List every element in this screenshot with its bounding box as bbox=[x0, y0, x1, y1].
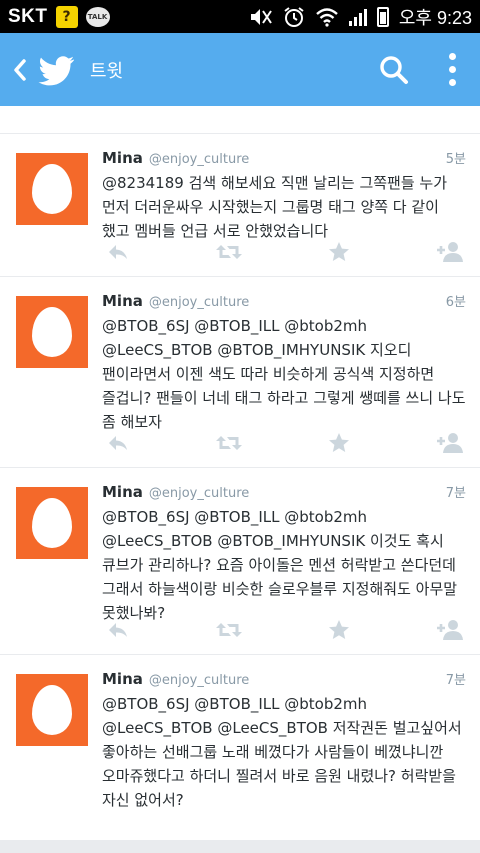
retweet-icon bbox=[215, 623, 242, 637]
add-user-icon bbox=[436, 620, 463, 640]
reply-button[interactable] bbox=[102, 431, 134, 455]
follow-button[interactable] bbox=[434, 431, 466, 455]
tweet-timeline[interactable]: Mina @enjoy_culture 5분 @8234189 검색 해보세요 … bbox=[0, 106, 480, 853]
previous-tweet-card[interactable] bbox=[0, 106, 480, 133]
author-name[interactable]: Mina bbox=[102, 670, 143, 688]
egg-icon bbox=[32, 685, 72, 735]
talk-notification-icon: TALK bbox=[85, 6, 110, 27]
avatar[interactable] bbox=[16, 487, 88, 559]
favorite-button[interactable] bbox=[323, 240, 355, 264]
tweet-card[interactable]: Mina @enjoy_culture 7분 @BTOB_6SJ @BTOB_I… bbox=[0, 468, 480, 654]
retweet-button[interactable] bbox=[213, 431, 245, 455]
reply-icon bbox=[109, 436, 127, 450]
author-handle[interactable]: @enjoy_culture bbox=[149, 673, 249, 688]
tweet-time: 5분 bbox=[445, 152, 466, 167]
tweet-text: @BTOB_6SJ @BTOB_ILL @btob2mh @LeeCS_BTOB… bbox=[102, 695, 462, 809]
tweet-card[interactable]: Mina @enjoy_culture 5분 @8234189 검색 해보세요 … bbox=[0, 134, 480, 276]
kakao-notification-icon: ? bbox=[55, 5, 78, 28]
wifi-icon bbox=[316, 7, 338, 27]
star-icon bbox=[329, 620, 350, 639]
add-user-icon bbox=[436, 242, 463, 262]
retweet-button[interactable] bbox=[213, 618, 245, 642]
tweet-card[interactable]: Mina @enjoy_culture 7분 @BTOB_6SJ @BTOB_I… bbox=[0, 655, 480, 840]
add-user-icon bbox=[436, 433, 463, 453]
follow-button[interactable] bbox=[434, 240, 466, 264]
search-button[interactable] bbox=[364, 33, 424, 106]
alarm-icon bbox=[284, 6, 304, 27]
author-name[interactable]: Mina bbox=[102, 483, 143, 501]
author-handle[interactable]: @enjoy_culture bbox=[149, 295, 249, 310]
egg-icon bbox=[32, 498, 72, 548]
reply-button[interactable] bbox=[102, 240, 134, 264]
twitter-bird-icon bbox=[38, 55, 75, 85]
tweet-time: 6분 bbox=[445, 295, 466, 310]
battery-icon bbox=[376, 6, 389, 27]
retweet-icon bbox=[215, 436, 242, 450]
carrier-label: SKT bbox=[8, 5, 48, 27]
app-header: 트윗 bbox=[0, 33, 480, 106]
tweet-time: 7분 bbox=[445, 486, 466, 501]
tweet-actions bbox=[102, 618, 466, 642]
star-icon bbox=[329, 242, 350, 261]
status-bar: SKT ? TALK 오후 9:23 bbox=[0, 0, 480, 33]
favorite-button[interactable] bbox=[323, 431, 355, 455]
tweet-actions bbox=[102, 431, 466, 455]
tweet-time: 7분 bbox=[445, 673, 466, 688]
egg-icon bbox=[32, 307, 72, 357]
tweet-card[interactable]: Mina @enjoy_culture 6분 @BTOB_6SJ @BTOB_I… bbox=[0, 277, 480, 467]
author-name[interactable]: Mina bbox=[102, 149, 143, 167]
signal-strength-icon bbox=[348, 8, 367, 26]
reply-icon bbox=[109, 623, 127, 637]
author-handle[interactable]: @enjoy_culture bbox=[149, 152, 249, 167]
retweet-button[interactable] bbox=[213, 240, 245, 264]
search-icon bbox=[380, 55, 408, 84]
more-vertical-icon bbox=[448, 53, 456, 60]
tweet-text: @BTOB_6SJ @BTOB_ILL @btob2mh @LeeCS_BTOB… bbox=[102, 508, 458, 622]
avatar[interactable] bbox=[16, 674, 88, 746]
favorite-button[interactable] bbox=[323, 618, 355, 642]
status-clock: 오후 9:23 bbox=[398, 7, 472, 28]
tweet-text: @BTOB_6SJ @BTOB_ILL @btob2mh @LeeCS_BTOB… bbox=[102, 317, 466, 431]
mute-icon bbox=[250, 8, 272, 25]
tweet-actions bbox=[102, 240, 466, 264]
tweet-text: @8234189 검색 해보세요 직맨 날리는 그쪽팬들 누가 먼저 더러운싸우… bbox=[102, 174, 448, 240]
retweet-icon bbox=[215, 245, 242, 259]
page-title: 트윗 bbox=[90, 60, 124, 82]
avatar[interactable] bbox=[16, 153, 88, 225]
more-options-button[interactable] bbox=[424, 33, 480, 106]
reply-button[interactable] bbox=[102, 618, 134, 642]
reply-icon bbox=[109, 245, 127, 259]
author-handle[interactable]: @enjoy_culture bbox=[149, 486, 249, 501]
star-icon bbox=[329, 433, 350, 452]
avatar[interactable] bbox=[16, 296, 88, 368]
follow-button[interactable] bbox=[434, 618, 466, 642]
author-name[interactable]: Mina bbox=[102, 292, 143, 310]
back-button[interactable] bbox=[0, 33, 34, 106]
egg-icon bbox=[32, 164, 72, 214]
chevron-left-icon bbox=[14, 58, 26, 81]
